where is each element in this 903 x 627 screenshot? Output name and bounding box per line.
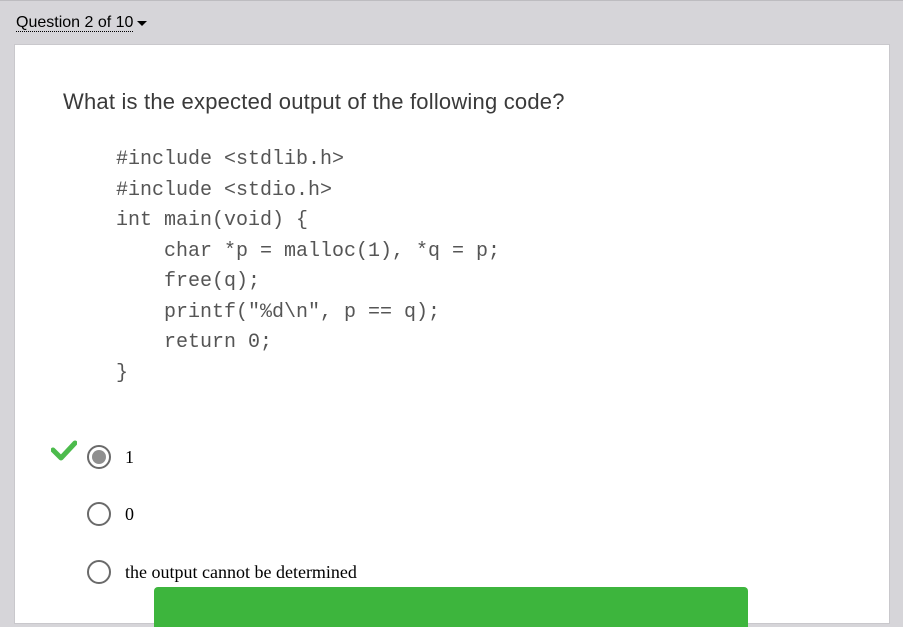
code-line: free(q); xyxy=(116,270,261,293)
code-line: #include <stdio.h> xyxy=(116,178,333,202)
option-radio[interactable] xyxy=(87,502,111,526)
question-prompt: What is the expected output of the follo… xyxy=(63,89,565,114)
code-line: int main(void) { xyxy=(116,209,309,232)
check-icon xyxy=(51,440,77,461)
code-line: } xyxy=(116,361,129,385)
option-cannot-determine[interactable]: the output cannot be determined xyxy=(87,560,357,584)
option-label: 1 xyxy=(125,446,134,467)
chevron-down-icon[interactable] xyxy=(137,20,148,26)
code-line: char *p = malloc(1), *q = p; xyxy=(116,239,501,263)
option-1[interactable]: 1 xyxy=(87,445,134,469)
code-line: return 0; xyxy=(116,331,273,354)
question-counter[interactable]: Question 2 of 10 xyxy=(16,14,134,32)
question-header: Question 2 of 10 xyxy=(0,0,903,44)
option-radio[interactable] xyxy=(87,560,111,584)
option-0[interactable]: 0 xyxy=(87,502,134,526)
code-line: #include <stdlib.h> xyxy=(116,148,345,171)
question-card: What is the expected output of the follo… xyxy=(14,44,890,627)
code-line: printf("%d\n", p == q); xyxy=(116,300,441,324)
submit-button[interactable] xyxy=(154,587,748,627)
question-navigator-toggle[interactable]: Question 2 of 10 xyxy=(16,14,148,32)
option-radio-selected[interactable] xyxy=(87,445,111,469)
option-label: the output cannot be determined xyxy=(125,561,357,582)
code-block: #include <stdlib.h> #include <stdio.h> int… xyxy=(116,145,500,389)
option-label: 0 xyxy=(125,503,134,524)
